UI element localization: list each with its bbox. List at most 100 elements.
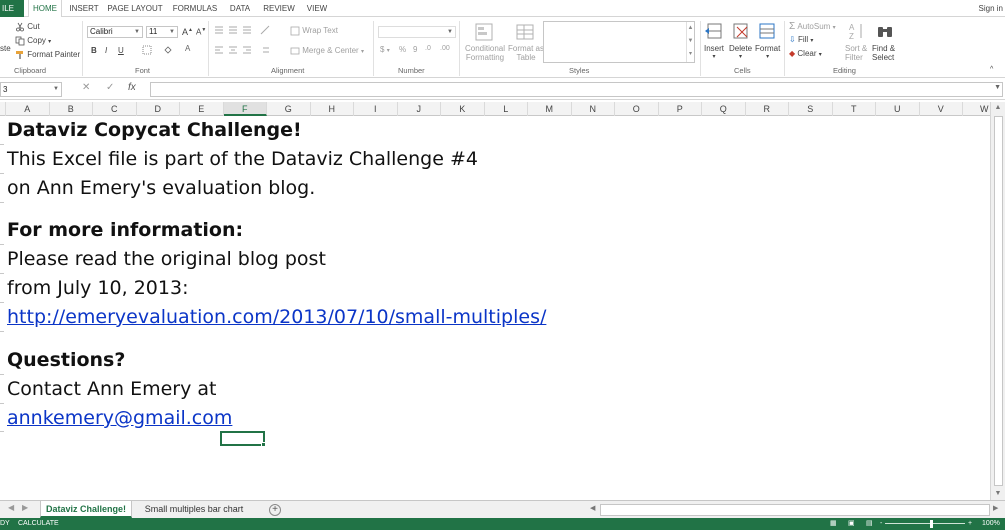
delete-cells-button[interactable]: Delete ▾ bbox=[729, 44, 752, 60]
vertical-scroll-thumb[interactable] bbox=[994, 116, 1003, 486]
hscroll-right-icon[interactable]: ▶ bbox=[993, 504, 998, 512]
decrease-decimal-button[interactable]: .00 bbox=[440, 45, 450, 52]
sheet-tab-dataviz-challenge[interactable]: Dataviz Challenge! bbox=[40, 501, 132, 518]
normal-view-icon[interactable]: ▦ bbox=[830, 518, 837, 530]
copy-button[interactable]: Copy ▾ bbox=[15, 36, 51, 46]
column-header-i[interactable]: I bbox=[354, 102, 398, 116]
add-sheet-button[interactable]: + bbox=[269, 504, 281, 516]
formula-input[interactable] bbox=[150, 82, 1003, 97]
gallery-scroll[interactable]: ▲ ▼ ▾ bbox=[686, 22, 694, 62]
tab-page-layout[interactable]: PAGE LAYOUT bbox=[106, 0, 164, 17]
column-header-o[interactable]: O bbox=[615, 102, 659, 116]
column-header-v[interactable]: V bbox=[920, 102, 963, 116]
grow-font-button[interactable]: A▲ bbox=[182, 27, 193, 37]
column-header-s[interactable]: S bbox=[789, 102, 833, 116]
sheet-tab-small-multiples[interactable]: Small multiples bar chart bbox=[134, 501, 254, 518]
copy-dropdown-icon[interactable]: ▾ bbox=[48, 39, 51, 45]
bold-button[interactable]: B bbox=[91, 46, 97, 55]
sign-in-link[interactable]: Sign in bbox=[979, 0, 1003, 17]
increase-decimal-button[interactable]: .0 bbox=[425, 45, 431, 52]
insert-function-button[interactable]: fx bbox=[128, 82, 136, 93]
align-center-button[interactable] bbox=[228, 45, 238, 55]
hscroll-left-icon[interactable]: ◀ bbox=[590, 504, 595, 512]
column-header-t[interactable]: T bbox=[833, 102, 876, 116]
zoom-slider-knob[interactable] bbox=[930, 520, 933, 528]
vertical-scrollbar[interactable]: ▲ ▼ bbox=[990, 102, 1005, 500]
wrap-text-button[interactable]: Wrap Text bbox=[290, 26, 338, 36]
column-header-k[interactable]: K bbox=[441, 102, 485, 116]
font-color-button[interactable]: A bbox=[185, 44, 190, 53]
column-header-q[interactable]: Q bbox=[702, 102, 746, 116]
align-top-button[interactable] bbox=[214, 25, 224, 35]
tab-formulas[interactable]: FORMULAS bbox=[168, 0, 222, 17]
tab-home[interactable]: HOME bbox=[28, 0, 62, 18]
zoom-in-button[interactable]: + bbox=[968, 518, 972, 530]
active-cell-cursor[interactable] bbox=[220, 431, 266, 447]
tab-insert[interactable]: INSERT bbox=[66, 0, 102, 17]
column-header-c[interactable]: C bbox=[93, 102, 137, 116]
insert-cells-button[interactable]: Insert ▾ bbox=[704, 44, 724, 60]
column-header-h[interactable]: H bbox=[311, 102, 354, 116]
scroll-down-icon[interactable]: ▼ bbox=[991, 488, 1005, 500]
conditional-formatting-button[interactable]: Conditional Formatting bbox=[462, 44, 508, 62]
column-header-d[interactable]: D bbox=[137, 102, 180, 116]
collapse-ribbon-icon[interactable]: ^ bbox=[990, 66, 993, 73]
number-format-select[interactable]: ▼ bbox=[378, 26, 456, 38]
indent-button[interactable] bbox=[260, 45, 270, 55]
format-as-table-button[interactable]: Format as Table bbox=[508, 44, 544, 62]
font-family-select[interactable]: Calibri ▼ bbox=[87, 26, 143, 38]
orientation-button[interactable] bbox=[260, 25, 270, 35]
horizontal-scrollbar[interactable] bbox=[600, 504, 990, 516]
cancel-icon[interactable]: ✕ bbox=[82, 82, 90, 93]
column-header-g[interactable]: G bbox=[267, 102, 311, 116]
find-select-button[interactable]: Find & Select bbox=[872, 44, 895, 62]
clear-button[interactable]: ◆ Clear ▾ bbox=[789, 49, 822, 58]
worksheet-grid[interactable]: Dataviz Copycat Challenge! This Excel fi… bbox=[0, 116, 990, 500]
column-header-a[interactable]: A bbox=[6, 102, 50, 116]
tab-data[interactable]: DATA bbox=[226, 0, 254, 17]
email-link[interactable]: annkemery@gmail.com bbox=[7, 407, 232, 429]
fill-handle[interactable] bbox=[261, 442, 266, 447]
column-header-f[interactable]: F bbox=[223, 102, 267, 116]
format-painter-button[interactable]: Format Painter bbox=[15, 50, 80, 60]
borders-button[interactable] bbox=[142, 45, 152, 55]
zoom-slider[interactable] bbox=[885, 523, 965, 524]
cell-styles-gallery[interactable]: ▲ ▼ ▾ bbox=[543, 21, 695, 63]
percent-button[interactable]: % bbox=[399, 45, 406, 54]
align-left-button[interactable] bbox=[214, 45, 224, 55]
underline-button[interactable]: U bbox=[118, 46, 124, 55]
fill-button[interactable]: ⇩ Fill ▾ bbox=[789, 35, 813, 44]
align-middle-button[interactable] bbox=[228, 25, 238, 35]
fill-color-button[interactable] bbox=[163, 45, 173, 55]
cut-button[interactable]: Cut bbox=[15, 22, 40, 32]
paste-button[interactable]: ste bbox=[0, 44, 11, 53]
page-layout-view-icon[interactable]: ▣ bbox=[848, 518, 855, 530]
scroll-up-icon[interactable]: ▲ bbox=[991, 102, 1005, 114]
column-header-p[interactable]: P bbox=[659, 102, 702, 116]
column-header-b[interactable]: B bbox=[50, 102, 93, 116]
format-cells-button[interactable]: Format ▾ bbox=[755, 44, 780, 60]
column-header-m[interactable]: M bbox=[528, 102, 572, 116]
font-size-select[interactable]: 11 ▼ bbox=[146, 26, 178, 38]
comma-button[interactable]: 9 bbox=[413, 45, 417, 54]
align-bottom-button[interactable] bbox=[242, 25, 252, 35]
tab-view[interactable]: VIEW bbox=[302, 0, 332, 17]
column-header-u[interactable]: U bbox=[876, 102, 920, 116]
enter-icon[interactable]: ✓ bbox=[106, 82, 114, 93]
name-box[interactable]: 3 ▼ bbox=[0, 82, 62, 97]
page-break-view-icon[interactable]: ▤ bbox=[866, 518, 873, 530]
sort-filter-button[interactable]: Sort & Filter bbox=[845, 44, 867, 62]
tab-review[interactable]: REVIEW bbox=[258, 0, 300, 17]
shrink-font-button[interactable]: A▼ bbox=[196, 27, 206, 37]
align-right-button[interactable] bbox=[242, 45, 252, 55]
zoom-level[interactable]: 100% bbox=[982, 518, 1000, 530]
sheet-scroll-left-icon[interactable]: ◀ bbox=[8, 503, 14, 512]
autosum-button[interactable]: Σ AutoSum ▾ bbox=[789, 21, 836, 32]
italic-button[interactable]: I bbox=[105, 46, 107, 55]
blog-post-link[interactable]: http://emeryevaluation.com/2013/07/10/sm… bbox=[7, 306, 546, 328]
column-header-n[interactable]: N bbox=[572, 102, 615, 116]
column-header-r[interactable]: R bbox=[746, 102, 789, 116]
column-header-j[interactable]: J bbox=[398, 102, 441, 116]
column-header-l[interactable]: L bbox=[485, 102, 528, 116]
tab-file[interactable]: ILE bbox=[0, 0, 24, 17]
